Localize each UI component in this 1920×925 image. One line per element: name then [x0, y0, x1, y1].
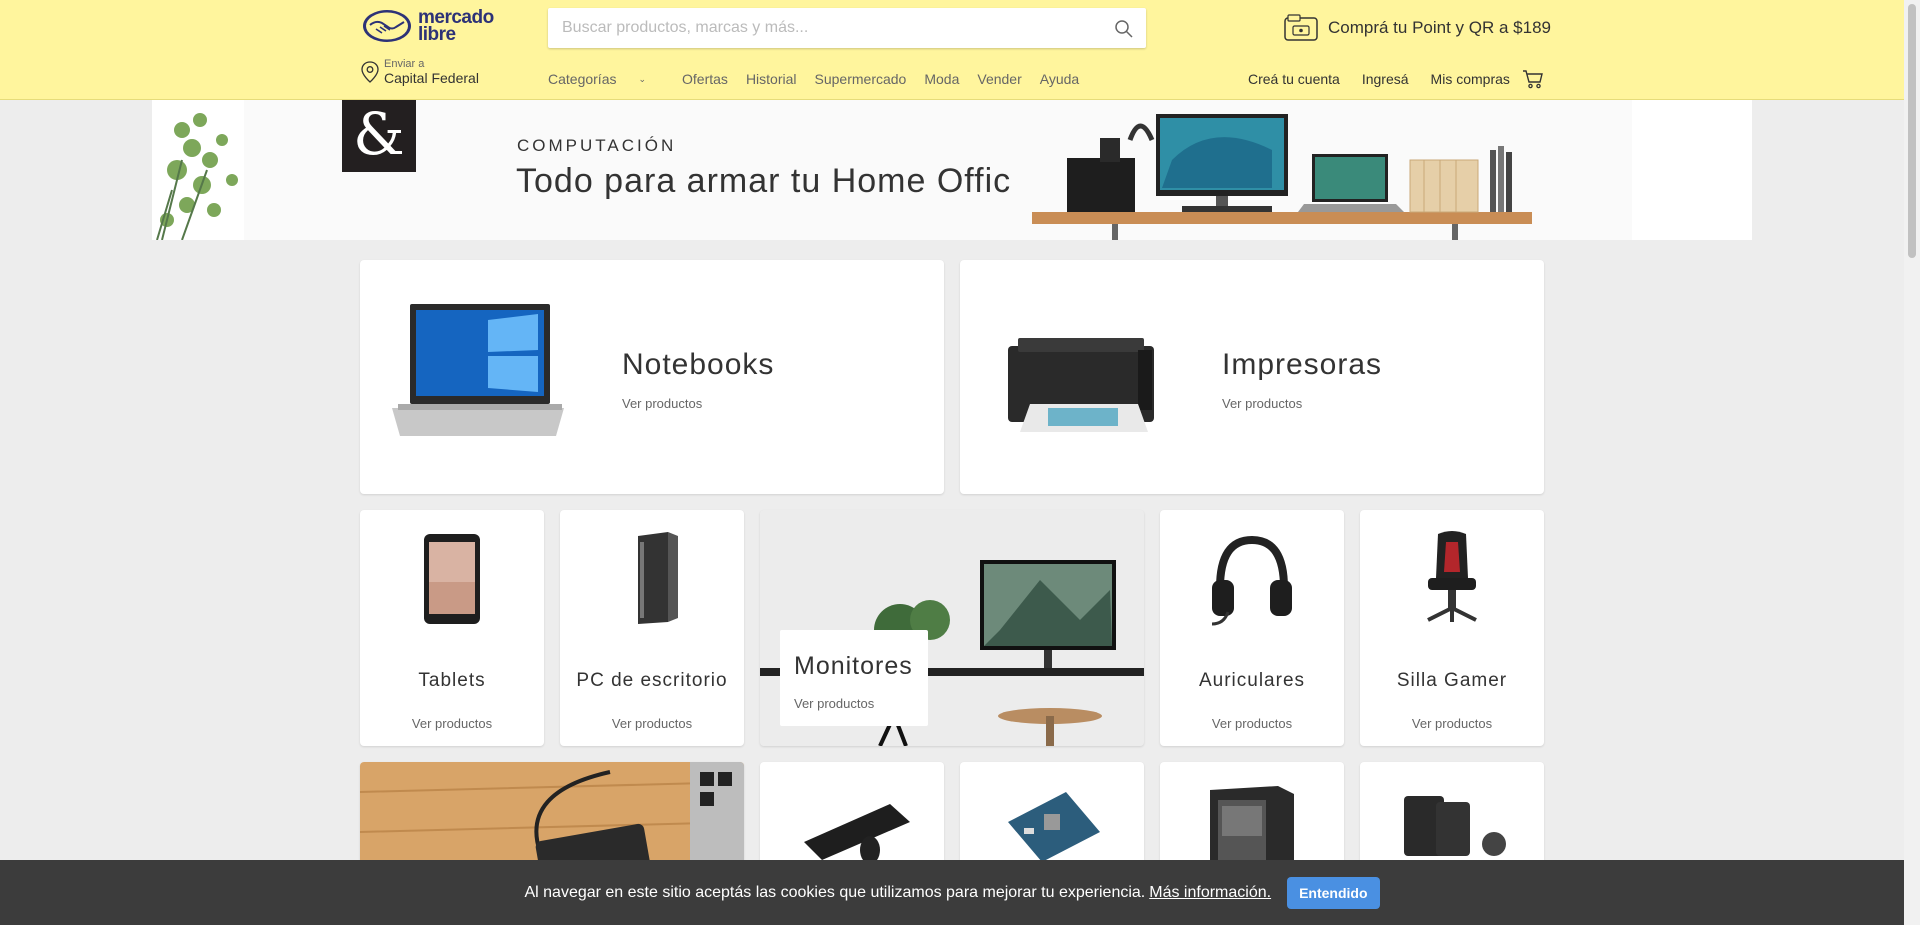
category-card-monitores[interactable]: Monitores Ver productos [760, 510, 1144, 746]
printer-icon [1008, 338, 1154, 432]
cookie-more-info-link[interactable]: Más información. [1149, 884, 1271, 902]
location-label: Enviar a [384, 58, 425, 70]
card-title: Tablets [418, 670, 486, 691]
nav-item-ayuda[interactable]: Ayuda [1040, 71, 1079, 87]
nav-item-historial[interactable]: Historial [746, 71, 797, 87]
category-card-tablets[interactable]: Tablets Ver productos [360, 510, 544, 746]
cart-icon[interactable] [1522, 69, 1544, 89]
card-link[interactable]: Ver productos [1160, 716, 1344, 731]
card-title: Impresoras [1222, 348, 1383, 381]
card-title: Monitores [794, 652, 913, 680]
nav-item-moda[interactable]: Moda [924, 71, 959, 87]
banner-edge-fade [1632, 100, 1752, 240]
scrollbar-thumb[interactable] [1908, 4, 1916, 258]
banner-title: Todo para armar tu Home Office [516, 162, 1032, 200]
banner-kicker: COMPUTACIÓN [517, 136, 677, 155]
category-card-impresoras[interactable]: Impresoras Ver productos [960, 260, 1544, 494]
gaming-chair-icon [1427, 531, 1477, 622]
desktop-pc-icon [638, 532, 678, 624]
category-card-pc-escritorio[interactable]: PC de escritorio Ver productos [560, 510, 744, 746]
brand-ampersand-logo: & [342, 100, 416, 172]
promo-text: Comprá tu Point y QR a $189 [1328, 18, 1552, 37]
user-nav: Creá tu cuenta Ingresá Mis compras [1248, 71, 1532, 87]
site-header: mercado libre Comprá tu Point y QR a $18… [0, 0, 1904, 100]
cookie-banner: Al navegar en este sitio aceptás las coo… [0, 860, 1904, 925]
card-title: Auriculares [1198, 670, 1306, 691]
cookie-message: Al navegar en este sitio aceptás las coo… [524, 883, 1146, 901]
nav-item-ofertas[interactable]: Ofertas [682, 71, 728, 87]
hero-banner[interactable]: & COMPUTACIÓN Todo para armar tu Home Of… [152, 100, 1752, 240]
card-link[interactable]: Ver productos [360, 716, 544, 731]
login-link[interactable]: Ingresá [1362, 71, 1409, 87]
card-link[interactable]: Ver productos [794, 696, 874, 711]
nav-item-categorias[interactable]: Categorías ⌄ [548, 71, 664, 87]
tablet-icon [424, 534, 480, 624]
category-card-auriculares[interactable]: Auriculares Ver productos [1160, 510, 1344, 746]
card-title: Silla Gamer [1396, 670, 1508, 691]
headset-icon [1211, 535, 1292, 626]
search-input[interactable] [548, 8, 1088, 48]
nav-item-label: Categorías [548, 71, 617, 87]
card-link[interactable]: Ver productos [622, 396, 702, 411]
my-purchases-link[interactable]: Mis compras [1431, 71, 1510, 87]
handshake-logo-icon [363, 10, 411, 42]
card-link[interactable]: Ver productos [1222, 396, 1302, 411]
logo-wordmark: mercado libre [418, 8, 494, 45]
location-city: Capital Federal [384, 70, 479, 86]
home-office-desk-image [1012, 100, 1572, 240]
card-link[interactable]: Ver productos [1360, 716, 1544, 731]
category-card-silla-gamer[interactable]: Silla Gamer Ver productos [1360, 510, 1544, 746]
card-title: Notebooks [622, 348, 775, 381]
card-title: PC de escritorio [576, 670, 728, 691]
featured-card-overlay: Monitores Ver productos [780, 630, 928, 726]
point-promo-link[interactable]: Comprá tu Point y QR a $189 [1284, 14, 1551, 42]
logo-line-2: libre [418, 24, 456, 45]
mercadolibre-logo[interactable]: mercado libre [362, 8, 494, 44]
nav-item-vender[interactable]: Vender [977, 71, 1021, 87]
card-link[interactable]: Ver productos [560, 716, 744, 731]
delivery-location[interactable]: Enviar a Capital Federal [360, 58, 479, 86]
point-device-icon [1284, 14, 1318, 41]
search-bar [548, 8, 1146, 48]
search-icon[interactable] [1114, 19, 1134, 39]
location-pin-icon [361, 61, 379, 83]
cookie-accept-button[interactable]: Entendido [1287, 876, 1380, 909]
create-account-link[interactable]: Creá tu cuenta [1248, 71, 1340, 87]
plant-image [152, 100, 244, 240]
chevron-down-icon: ⌄ [638, 74, 647, 84]
main-nav: Categorías ⌄ Ofertas Historial Supermerca… [548, 71, 1097, 87]
nav-item-supermercado[interactable]: Supermercado [815, 71, 907, 87]
category-card-notebooks[interactable]: Notebooks Ver productos [360, 260, 944, 494]
page-scrollbar[interactable] [1904, 0, 1920, 925]
laptop-icon [392, 304, 564, 436]
